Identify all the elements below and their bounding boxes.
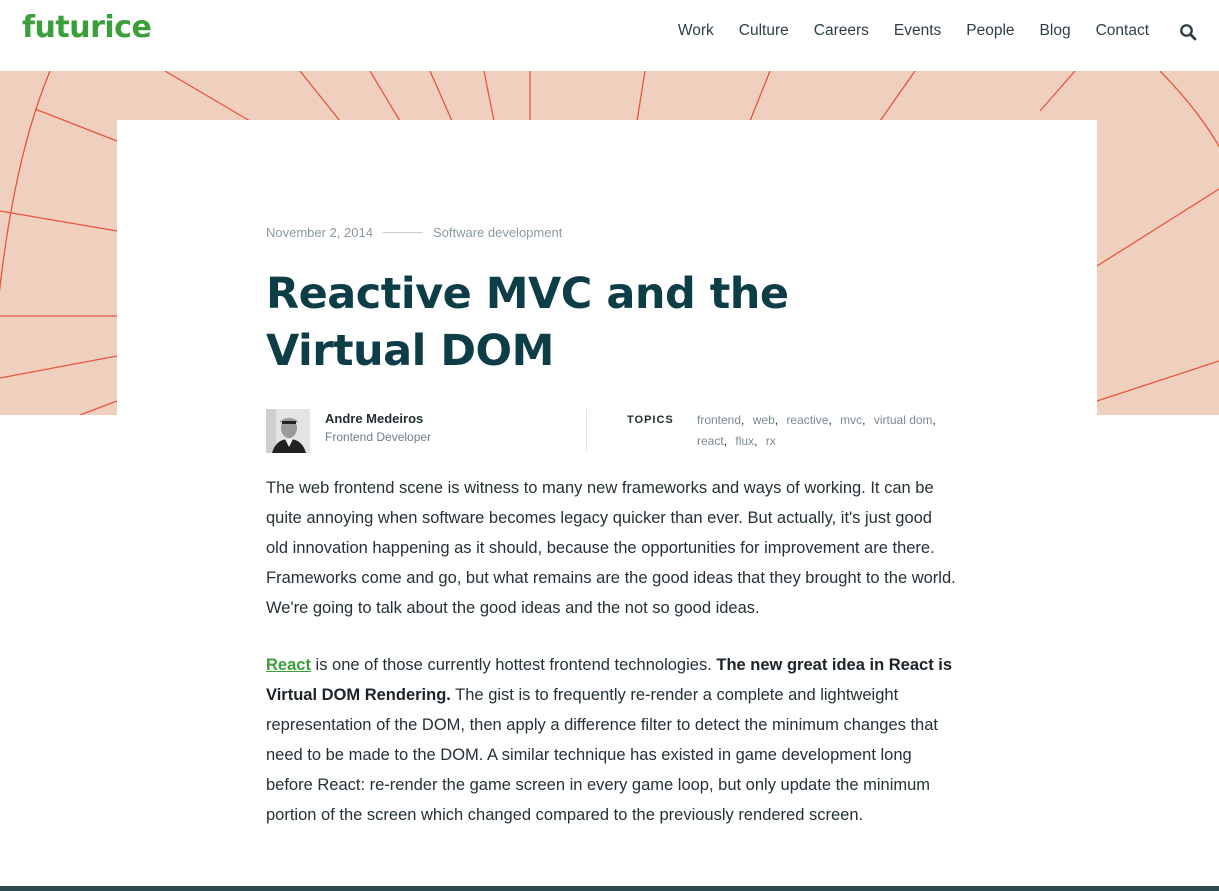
topic-link[interactable]: mvc [840,413,862,427]
article-paragraph: React is one of those currently hottest … [266,656,953,824]
topics-list: frontend, web, reactive, mvc, virtual do… [697,413,936,448]
topic-link[interactable]: flux [735,434,754,448]
article-body: The web frontend scene is witness to man… [266,473,956,857]
meta-separator [382,232,423,233]
main-nav: Work Culture Careers Events People Blog … [653,22,1149,40]
nav-blog[interactable]: Blog [1040,22,1071,40]
avatar[interactable] [266,409,310,453]
topic-link[interactable]: web [753,413,775,427]
nav-contact[interactable]: Contact [1096,22,1149,40]
topic-link[interactable]: rx [766,434,776,448]
futurice-logo[interactable]: futurice [22,10,152,45]
nav-work[interactable]: Work [678,22,714,40]
meta-divider [586,409,587,451]
author-name[interactable]: Andre Medeiros [325,411,423,426]
topic-link[interactable]: virtual dom [874,413,933,427]
author-role: Frontend Developer [325,430,432,444]
bottom-bar [0,886,1219,891]
article-category[interactable]: Software development [433,225,562,240]
article-paragraph: The web frontend scene is witness to man… [266,479,956,617]
topic-link[interactable]: frontend [697,413,741,427]
topics-label: TOPICS [627,414,674,426]
search-icon[interactable] [1179,23,1197,41]
topic-link[interactable]: react [697,434,724,448]
react-link[interactable]: React [266,656,311,674]
topic-link[interactable]: reactive [786,413,828,427]
nav-careers[interactable]: Careers [814,22,869,40]
article-meta: November 2, 2014 Software development [266,225,562,240]
nav-people[interactable]: People [966,22,1014,40]
page-title: Reactive MVC and the Virtual DOM [266,269,789,376]
article-date: November 2, 2014 [266,225,373,240]
author-block: Andre Medeiros Frontend Developer [266,409,586,453]
site-header: futurice Work Culture Careers Events Peo… [0,0,1219,71]
nav-events[interactable]: Events [894,22,941,40]
nav-culture[interactable]: Culture [739,22,789,40]
avatar-image [266,409,310,453]
